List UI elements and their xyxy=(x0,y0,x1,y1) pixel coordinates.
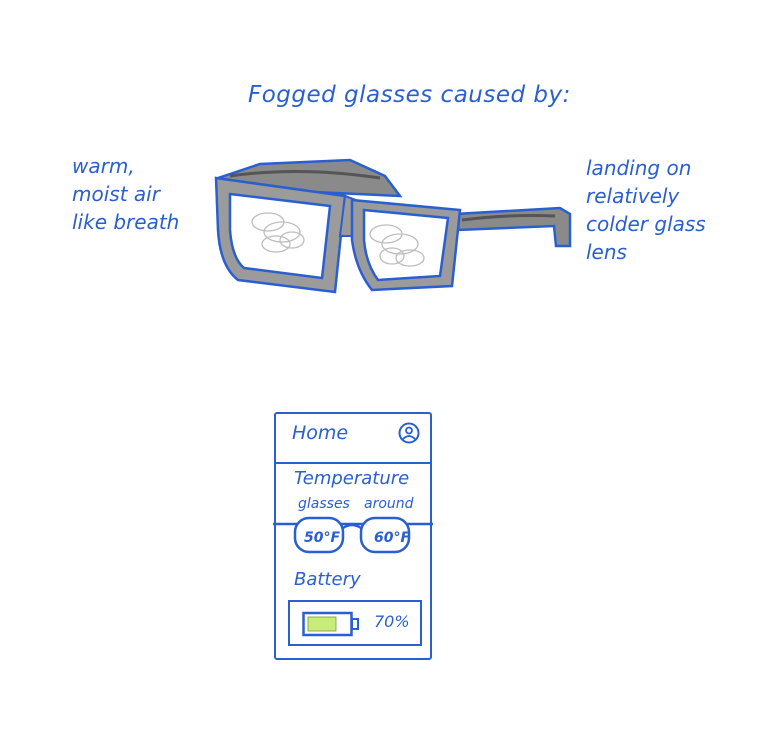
app-header: Home xyxy=(276,414,430,464)
glasses-illustration xyxy=(214,158,572,294)
note-line: moist air xyxy=(72,182,160,206)
battery-icon xyxy=(302,611,359,637)
phone-wireframe: Home Temperature glasses around 50°F 60°… xyxy=(273,412,433,660)
diagram-title: Fogged glasses caused by: xyxy=(248,82,571,108)
battery-heading: Battery xyxy=(294,569,361,590)
note-line: like breath xyxy=(72,210,180,234)
note-line: relatively xyxy=(586,184,680,208)
cause-note-left: warm, moist air like breath xyxy=(72,152,212,236)
note-line: lens xyxy=(586,240,627,264)
cause-note-right: landing on relatively colder glass lens xyxy=(586,154,736,266)
note-line: colder glass xyxy=(586,212,706,236)
glasses-temp-label: glasses xyxy=(298,496,350,512)
battery-percent: 70% xyxy=(374,612,410,631)
battery-level-fill xyxy=(307,616,337,632)
glasses-temperature-value: 50°F xyxy=(304,530,341,546)
home-title: Home xyxy=(292,422,349,444)
note-line: landing on xyxy=(586,156,692,180)
note-line: warm, xyxy=(72,154,135,178)
around-temperature-value: 60°F xyxy=(374,530,411,546)
battery-card: 70% xyxy=(288,600,422,646)
account-circle-icon[interactable] xyxy=(398,422,420,444)
temperature-heading: Temperature xyxy=(294,468,410,489)
around-temp-label: around xyxy=(364,496,414,512)
